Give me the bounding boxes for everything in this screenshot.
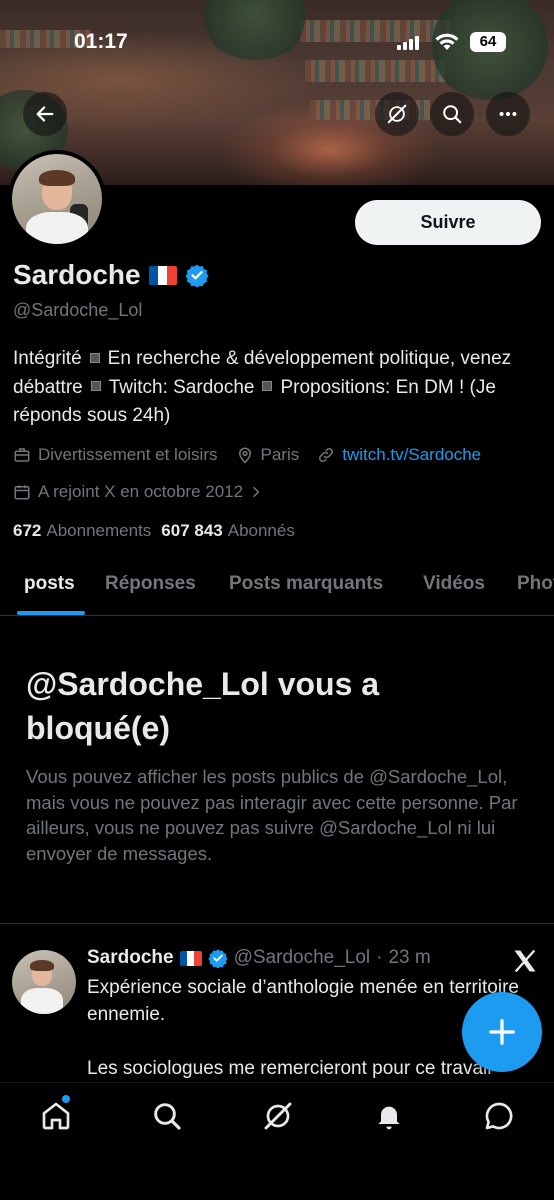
bio-text: Twitch: Sardoche [108, 376, 255, 398]
profile-meta: Divertissement et loisirs Paris twitch.t… [13, 445, 481, 465]
more-horizontal-icon [499, 111, 517, 117]
grok-button[interactable] [375, 92, 419, 136]
status-bar: 01:17 64 [0, 28, 554, 58]
battery-indicator: 64 [470, 32, 506, 52]
location-item: Paris [236, 445, 300, 465]
status-time: 01:17 [74, 30, 128, 53]
chevron-right-icon [253, 486, 260, 498]
nav-home[interactable] [39, 1099, 73, 1133]
tab-videos[interactable]: Vidéos [423, 573, 485, 595]
notification-dot [62, 1095, 70, 1103]
bio-text: Intégrité [13, 348, 82, 369]
category-label: Divertissement et loisirs [38, 445, 218, 464]
square-emoji-icon [262, 381, 273, 392]
profile-avatar[interactable] [8, 150, 106, 248]
joined-row[interactable]: A rejoint X en octobre 2012 [13, 482, 270, 502]
post-time: 23 m [388, 947, 431, 968]
bell-icon [378, 1106, 400, 1130]
tab-photos[interactable]: Photos [517, 573, 554, 595]
more-button[interactable] [486, 92, 530, 136]
profile-name-row: Sardoche [13, 259, 209, 291]
compose-button[interactable] [462, 992, 542, 1072]
bottom-navigation [0, 1082, 554, 1200]
france-flag-icon [179, 950, 202, 966]
grok-icon [387, 104, 407, 124]
follow-button[interactable]: Suivre [355, 200, 541, 245]
verified-badge-icon [207, 949, 228, 968]
website-link[interactable]: twitch.tv/Sardoche [342, 445, 481, 465]
website-item[interactable]: twitch.tv/Sardoche [317, 445, 481, 465]
back-button[interactable] [23, 92, 67, 136]
nav-notifications[interactable] [372, 1099, 406, 1133]
follow-counts: 672 Abonnements 607 843 Abonnés [13, 521, 295, 541]
square-emoji-icon [90, 381, 101, 392]
active-tab-indicator [17, 611, 85, 615]
followers-count[interactable]: 607 843 Abonnés [161, 521, 295, 541]
cellular-signal-icon [397, 36, 419, 50]
blocked-description: Vous pouvez afficher les posts publics d… [26, 766, 518, 864]
square-emoji-icon [89, 352, 100, 363]
tab-posts[interactable]: posts [24, 573, 75, 595]
message-bubble-icon [485, 1102, 513, 1130]
category-item: Divertissement et loisirs [13, 445, 218, 465]
post-avatar[interactable] [12, 950, 76, 1014]
post-author-handle: @Sardoche_Lol [233, 947, 371, 968]
plus-icon [489, 1019, 515, 1045]
wifi-icon [435, 33, 459, 50]
nav-grok[interactable] [261, 1099, 295, 1133]
arrow-left-icon [36, 106, 54, 122]
verified-badge-icon[interactable] [185, 263, 209, 287]
blocked-title: @Sardoche_Lol vous a bloqué(e) [26, 666, 380, 746]
tab-highlights[interactable]: Posts marquants [229, 573, 383, 595]
grok-icon [264, 1102, 292, 1130]
profile-name: Sardoche [13, 259, 141, 290]
profile-bio: Intégrité En recherche & développement po… [13, 345, 543, 431]
home-icon [42, 1102, 70, 1130]
following-count[interactable]: 672 Abonnements [13, 521, 151, 541]
link-icon [319, 447, 334, 463]
x-logo-icon [514, 949, 536, 973]
location-label: Paris [260, 445, 300, 464]
briefcase-icon [14, 448, 30, 462]
profile-handle: @Sardoche_Lol [13, 300, 143, 320]
france-flag-icon [148, 265, 177, 285]
search-icon [154, 1103, 181, 1130]
post-author-name[interactable]: Sardoche [87, 947, 174, 969]
post-separator: · [376, 947, 383, 968]
search-icon [443, 105, 462, 124]
location-pin-icon [238, 447, 251, 464]
profile-tabs: posts Réponses Posts marquants Vidéos Ph… [0, 560, 554, 616]
nav-messages[interactable] [482, 1099, 516, 1133]
tab-replies[interactable]: Réponses [105, 573, 196, 595]
divider [0, 923, 554, 924]
calendar-icon [14, 485, 30, 500]
post-header: Sardoche @Sardoche_Lol · 23 m [87, 947, 431, 969]
nav-search[interactable] [150, 1099, 184, 1133]
search-button[interactable] [430, 92, 474, 136]
joined-label: A rejoint X en octobre 2012 [38, 482, 244, 501]
